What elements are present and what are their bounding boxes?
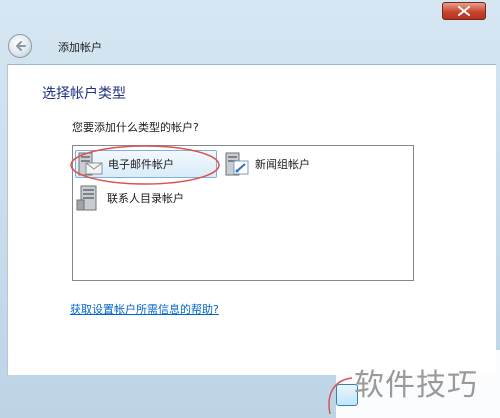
close-button[interactable]	[442, 2, 486, 20]
account-type-label: 电子邮件帐户	[108, 158, 174, 171]
account-type-directory[interactable]: 联系人目录帐户	[75, 184, 235, 212]
window-title: 添加帐户	[58, 41, 102, 54]
title-bar	[0, 0, 500, 28]
back-arrow-icon	[16, 41, 26, 51]
add-account-dialog: 添加帐户 选择帐户类型 您要添加什么类型的帐户? 电子邮件帐户 新闻组帐户 联系…	[0, 0, 500, 418]
account-type-list[interactable]: 电子邮件帐户 新闻组帐户 联系人目录帐户	[72, 145, 414, 281]
directory-server-icon	[76, 185, 97, 211]
account-type-newsgroup[interactable]: 新闻组帐户	[223, 150, 353, 178]
close-icon	[458, 6, 470, 16]
navigation-bar: 添加帐户	[0, 28, 500, 64]
help-link[interactable]: 获取设置帐户所需信息的帮助?	[70, 301, 219, 317]
back-button[interactable]	[8, 34, 32, 58]
account-type-email[interactable]: 电子邮件帐户	[75, 150, 217, 178]
newsgroup-server-icon	[225, 152, 249, 176]
account-type-label: 新闻组帐户	[255, 158, 310, 171]
account-type-label: 联系人目录帐户	[107, 192, 184, 205]
email-server-icon	[78, 152, 103, 176]
watermark-text: 软件技巧	[354, 368, 478, 403]
account-type-question: 您要添加什么类型的帐户?	[72, 121, 199, 134]
page-heading: 选择帐户类型	[42, 86, 126, 102]
content-area: 选择帐户类型 您要添加什么类型的帐户? 电子邮件帐户 新闻组帐户 联系人目录帐户…	[7, 64, 496, 375]
